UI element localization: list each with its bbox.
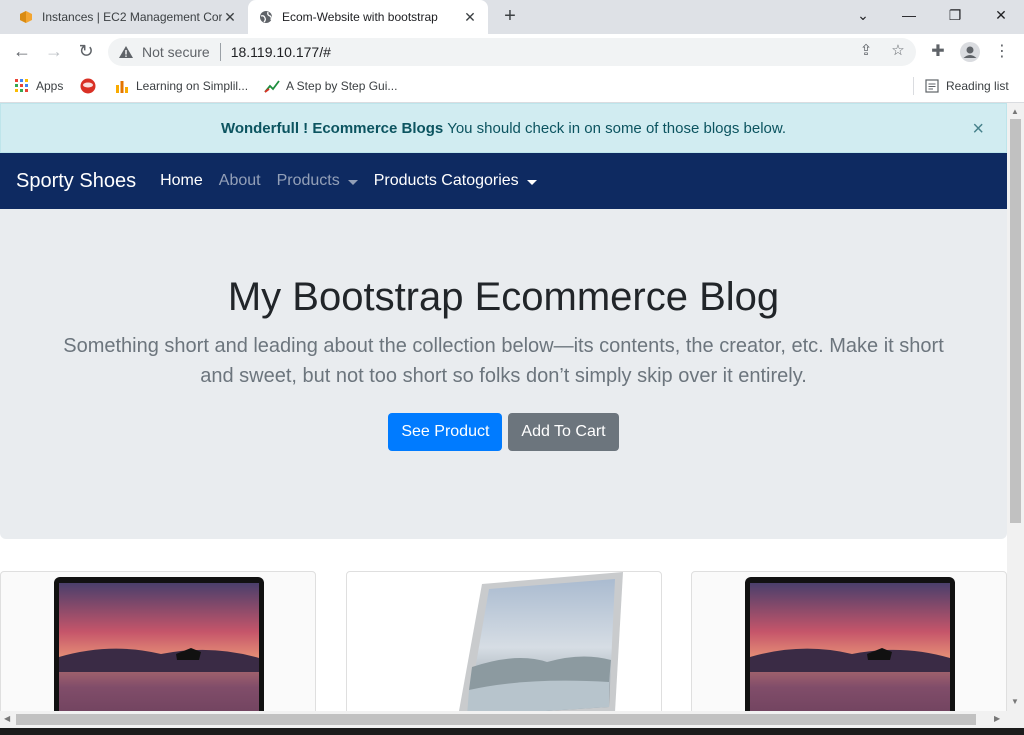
nav-products-dropdown[interactable]: Products [277, 172, 358, 190]
laptop-lake-image [458, 572, 623, 711]
security-status: Not secure [142, 44, 210, 60]
caret-down-icon [347, 179, 358, 185]
tab-ec2-instances[interactable]: Instances | EC2 Management Cor ✕ [8, 0, 248, 34]
jumbotron-buttons: See Product Add To Cart [0, 413, 1007, 451]
scrollbar-thumb[interactable] [1010, 119, 1021, 523]
close-alert-icon[interactable]: × [972, 118, 984, 141]
laptop-sunset-image [745, 577, 955, 711]
menu-icon[interactable]: ⋮ [990, 40, 1014, 64]
extensions-icon[interactable]: ✚ [926, 40, 950, 64]
bookmark-red-site[interactable] [80, 77, 102, 95]
browser-toolbar: ← → ↻ Not secure 18.119.10.177/# ⇪ ☆ ✚ ⋮ [0, 34, 1024, 70]
nav-about[interactable]: About [219, 172, 261, 190]
nav-categories-label: Products Catogories [373, 172, 519, 189]
scroll-left-icon[interactable]: ◀ [4, 714, 10, 723]
alert-strong-text: Wonderfull ! Ecommerce Blogs [220, 119, 444, 137]
scroll-down-icon[interactable]: ▼ [1011, 697, 1019, 706]
tab-title: Instances | EC2 Management Cor [42, 10, 222, 24]
navbar-brand[interactable]: Sporty Shoes [16, 170, 136, 193]
bookmark-step-guide[interactable]: A Step by Step Gui... [264, 77, 397, 95]
close-tab-icon[interactable]: ✕ [222, 9, 238, 26]
restore-icon[interactable]: ❐ [943, 4, 967, 28]
divider [913, 77, 914, 95]
product-card[interactable] [0, 571, 316, 711]
divider [219, 43, 221, 61]
tab-ecom-website[interactable]: Ecom-Website with bootstrap ✕ [248, 0, 488, 34]
bookmark-label: A Step by Step Gui... [286, 79, 398, 93]
info-alert: Wonderfull ! Ecommerce Blogs You should … [0, 103, 1007, 153]
nav-products-label: Products [276, 172, 340, 189]
scroll-right-icon[interactable]: ▶ [994, 714, 1000, 723]
url-text[interactable]: 18.119.10.177/# [231, 44, 331, 60]
jumbotron: My Bootstrap Ecommerce Blog Something sh… [0, 209, 1007, 539]
horizontal-scrollbar[interactable]: ◀ ▶ [0, 711, 1024, 728]
laptop-sunset-image [54, 577, 264, 711]
star-icon[interactable]: ☆ [887, 40, 909, 62]
see-product-button[interactable]: See Product [388, 413, 503, 451]
page-viewport: Wonderfull ! Ecommerce Blogs You should … [0, 103, 1007, 711]
page-title: My Bootstrap Ecommerce Blog [227, 275, 780, 319]
tab-strip: Instances | EC2 Management Cor ✕ Ecom-We… [0, 0, 1024, 34]
close-window-icon[interactable]: ✕ [989, 4, 1013, 28]
add-to-cart-button[interactable]: Add To Cart [508, 413, 619, 451]
bar-chart-icon [114, 78, 130, 94]
product-card[interactable] [691, 571, 1007, 711]
caret-down-icon [526, 179, 537, 185]
vertical-scrollbar[interactable]: ▲ ▼ [1007, 103, 1024, 711]
aws-favicon-icon [18, 9, 34, 25]
back-icon[interactable]: ← [10, 40, 34, 64]
reload-icon[interactable]: ↻ [74, 40, 98, 64]
nav-home[interactable]: Home [160, 172, 203, 190]
new-tab-button[interactable]: + [498, 5, 522, 29]
reading-list-icon [924, 78, 940, 94]
nav-categories-dropdown[interactable]: Products Catogories [374, 172, 537, 190]
bookmark-apps[interactable]: Apps [14, 77, 63, 95]
tab-search-chevron-icon[interactable]: ⌄ [851, 4, 875, 28]
lead-text: Something short and leading about the co… [63, 335, 944, 387]
bookmark-label: Apps [36, 79, 64, 93]
forward-icon[interactable]: → [42, 40, 66, 64]
bookmarks-bar: Apps Learning on Simplil... A Step by St… [0, 70, 1024, 103]
browser-chrome: Instances | EC2 Management Cor ✕ Ecom-We… [0, 0, 1024, 103]
tab-title: Ecom-Website with bootstrap [282, 10, 438, 24]
apps-grid-icon [14, 78, 30, 94]
warning-icon[interactable] [118, 44, 134, 60]
profile-icon[interactable] [958, 40, 982, 64]
os-taskbar [0, 728, 1024, 735]
bookmark-label: Learning on Simplil... [136, 79, 249, 93]
product-card[interactable] [346, 571, 662, 711]
scrollbar-thumb[interactable] [16, 714, 976, 725]
address-bar[interactable]: Not secure 18.119.10.177/# [108, 38, 916, 66]
close-tab-icon[interactable]: ✕ [462, 9, 478, 26]
reading-list-button[interactable]: Reading list [924, 77, 1009, 95]
share-icon[interactable]: ⇪ [855, 40, 877, 62]
scroll-up-icon[interactable]: ▲ [1011, 107, 1019, 116]
reading-list-label: Reading list [946, 79, 1009, 93]
alert-text: You should check in on some of those blo… [447, 119, 787, 137]
bookmark-simplilearn[interactable]: Learning on Simplil... [114, 77, 248, 95]
trend-line-icon [264, 78, 280, 94]
site-navbar: Sporty Shoes Home About Products Product… [0, 153, 1007, 209]
red-site-icon [80, 78, 96, 94]
globe-icon [258, 9, 274, 25]
minimize-icon[interactable]: — [897, 4, 921, 28]
